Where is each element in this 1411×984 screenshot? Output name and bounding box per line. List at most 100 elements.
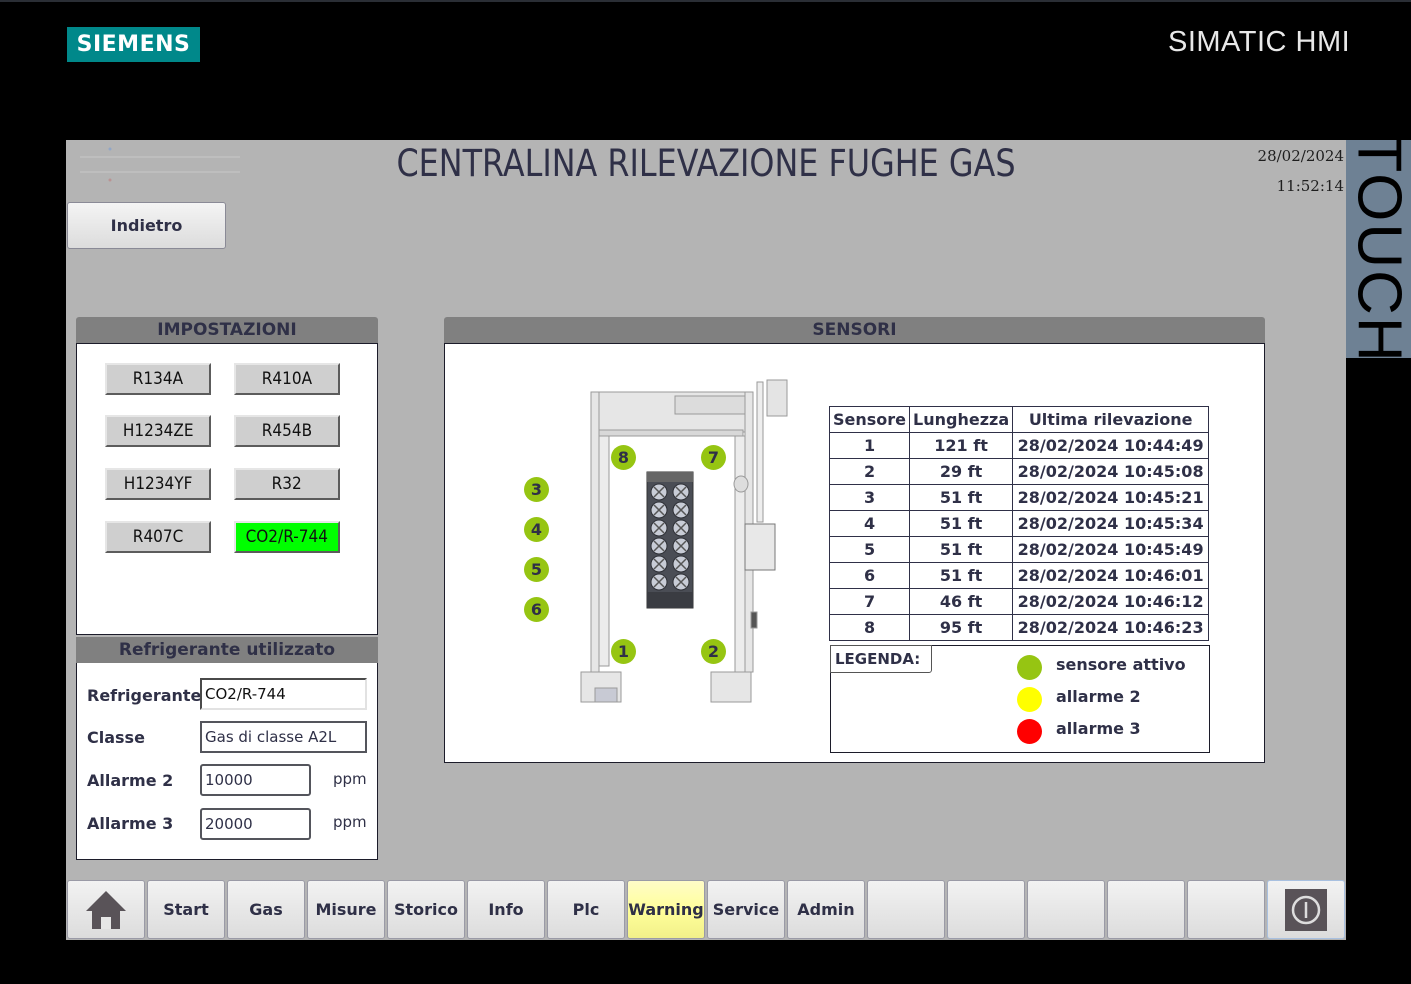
nav-info-button[interactable]: Info — [467, 880, 545, 939]
nav-warning-button[interactable]: Warning — [627, 880, 705, 939]
cell-length: 29 ft — [909, 458, 1014, 485]
sensor-marker-1[interactable]: 1 — [611, 639, 636, 664]
refrigerant-button-co2-r-744[interactable]: CO2/R-744 — [234, 521, 340, 553]
nav-power-button[interactable] — [1267, 880, 1345, 939]
alarm3-unit: ppm — [333, 813, 367, 831]
cell-sensor: 7 — [828, 588, 911, 615]
sensor-row: 2 29 ft 28/02/2024 10:45:08 — [828, 458, 1210, 485]
condenser-unit — [646, 471, 694, 609]
nav-home-button[interactable] — [67, 880, 145, 939]
nav-storico-button[interactable]: Storico — [387, 880, 465, 939]
top-border — [0, 0, 1411, 2]
nav-empty-button-11[interactable] — [947, 880, 1025, 939]
nav-empty-button-13[interactable] — [1107, 880, 1185, 939]
sensor-marker-6[interactable]: 6 — [524, 597, 549, 622]
sensors-panel: 12345678 Sensore Lunghezza Ultima rileva… — [444, 343, 1265, 763]
cell-sensor: 8 — [828, 614, 911, 641]
col-sensore: Sensore — [828, 406, 911, 433]
col-ultima-rilevazione: Ultima rilevazione — [1012, 406, 1210, 433]
touch-side-label: TOUCH — [1344, 134, 1411, 364]
nav-button-label: Plc — [572, 900, 600, 919]
sensor-marker-7[interactable]: 7 — [701, 445, 726, 470]
hmi-frame: SIEMENS SIMATIC HMI TOUCH CENTRALINA RIL… — [0, 0, 1411, 984]
refrigerant-button-r32[interactable]: R32 — [234, 468, 340, 500]
touch-text: TOUCH — [1344, 134, 1411, 364]
refrigerant-field: CO2/R-744 — [200, 678, 367, 710]
refrigerant-button-r454b[interactable]: R454B — [234, 415, 340, 447]
refrigerant-button-label: H1234YF — [123, 474, 193, 494]
home-icon — [86, 890, 126, 929]
nav-admin-button[interactable]: Admin — [787, 880, 865, 939]
plant-diagram — [580, 379, 788, 703]
sensors-panel-header: SENSORI — [444, 317, 1265, 344]
sensor-row: 4 51 ft 28/02/2024 10:45:34 — [828, 510, 1210, 537]
class-field: Gas di classe A2L — [200, 721, 367, 753]
bottom-navbar: Start Gas Misure Storico Info Plc Warning Servi… — [66, 880, 1346, 940]
cell-sensor: 6 — [828, 562, 911, 589]
nav-misure-button[interactable]: Misure — [307, 880, 385, 939]
cell-last-detection: 28/02/2024 10:45:34 — [1012, 510, 1210, 537]
refrigerant-button-r407c[interactable]: R407C — [105, 521, 211, 553]
legend-title: LEGENDA: — [830, 645, 932, 673]
cell-last-detection: 28/02/2024 10:46:01 — [1012, 562, 1210, 589]
nav-button-label: Start — [163, 900, 209, 919]
cell-length: 51 ft — [909, 562, 1014, 589]
nav-button-label: Storico — [393, 900, 458, 919]
sensor-table-header: Sensore Lunghezza Ultima rilevazione — [828, 406, 1210, 433]
refrigerant-button-label: CO2/R-744 — [245, 527, 329, 547]
legend-dot-alarm2 — [1017, 687, 1042, 712]
nav-empty-button-14[interactable] — [1187, 880, 1265, 939]
used-refrigerant-header: Refrigerante utilizzato — [76, 637, 378, 664]
refrigerant-button-label: R410A — [261, 369, 313, 389]
sensor-marker-5[interactable]: 5 — [524, 557, 549, 582]
class-label: Classe — [87, 728, 145, 747]
alarm2-unit: ppm — [333, 770, 367, 788]
alarm3-input[interactable]: 20000 — [200, 808, 311, 840]
sensor-row: 3 51 ft 28/02/2024 10:45:21 — [828, 484, 1210, 511]
nav-start-button[interactable]: Start — [147, 880, 225, 939]
cell-last-detection: 28/02/2024 10:46:23 — [1012, 614, 1210, 641]
nav-empty-button-12[interactable] — [1027, 880, 1105, 939]
current-date: 28/02/2024 — [1257, 147, 1344, 165]
cell-sensor: 4 — [828, 510, 911, 537]
sensor-row: 6 51 ft 28/02/2024 10:46:01 — [828, 562, 1210, 589]
sensor-marker-2[interactable]: 2 — [701, 639, 726, 664]
sensor-row: 5 51 ft 28/02/2024 10:45:49 — [828, 536, 1210, 563]
back-button[interactable]: Indietro — [67, 202, 226, 249]
alarm2-label: Allarme 2 — [87, 771, 174, 790]
cell-sensor: 1 — [828, 432, 911, 459]
sensor-marker-3[interactable]: 3 — [524, 477, 549, 502]
sensor-marker-4[interactable]: 4 — [524, 517, 549, 542]
nav-button-label: Service — [712, 900, 780, 919]
cell-length: 46 ft — [909, 588, 1014, 615]
alarm2-input[interactable]: 10000 — [200, 764, 311, 796]
refrigerant-button-r410a[interactable]: R410A — [234, 363, 340, 395]
nav-gas-button[interactable]: Gas — [227, 880, 305, 939]
sensor-row: 8 95 ft 28/02/2024 10:46:23 — [828, 614, 1210, 641]
col-lunghezza: Lunghezza — [909, 406, 1014, 433]
sensor-marker-8[interactable]: 8 — [611, 445, 636, 470]
cell-last-detection: 28/02/2024 10:45:08 — [1012, 458, 1210, 485]
nav-button-label: Info — [488, 900, 524, 919]
nav-plc-button[interactable]: Plc — [547, 880, 625, 939]
cell-length: 121 ft — [909, 432, 1014, 459]
nav-empty-button-10[interactable] — [867, 880, 945, 939]
refrigerant-button-r134a[interactable]: R134A — [105, 363, 211, 395]
refrigerant-button-label: R407C — [132, 527, 184, 547]
hmi-screen: CENTRALINA RILEVAZIONE FUGHE GAS 28/02/2… — [66, 140, 1346, 940]
siemens-logo: SIEMENS — [67, 27, 200, 62]
right-wall — [734, 435, 746, 677]
refrigerant-button-h1234ze[interactable]: H1234ZE — [105, 415, 211, 447]
sensor-table: Sensore Lunghezza Ultima rilevazione 1 12… — [828, 406, 1210, 641]
cell-last-detection: 28/02/2024 10:45:21 — [1012, 484, 1210, 511]
current-time: 11:52:14 — [1276, 177, 1344, 195]
settings-panel-header: IMPOSTAZIONI — [76, 317, 378, 344]
refrigerant-button-label: H1234ZE — [122, 421, 194, 441]
refrigerant-button-h1234yf[interactable]: H1234YF — [105, 468, 211, 500]
refrigerant-label: Refrigerante — [87, 686, 202, 705]
nav-button-label: Warning — [628, 900, 704, 919]
legend-dot-active — [1017, 655, 1042, 680]
refrigerant-button-label: R134A — [132, 369, 184, 389]
cell-sensor: 5 — [828, 536, 911, 563]
nav-service-button[interactable]: Service — [707, 880, 785, 939]
